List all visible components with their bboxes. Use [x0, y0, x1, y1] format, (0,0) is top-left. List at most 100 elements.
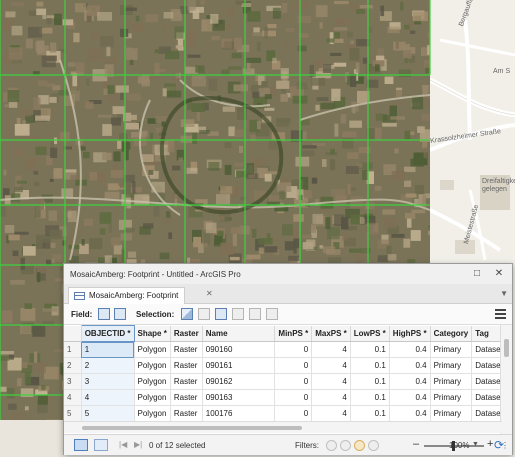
table-cell[interactable]: 2: [81, 357, 135, 374]
vertical-scrollbar[interactable]: [500, 325, 512, 435]
column-header[interactable]: Category: [430, 325, 473, 342]
table-cell[interactable]: Raster: [170, 405, 203, 422]
zoom-out-button[interactable]: –: [413, 438, 419, 450]
tab-footprint[interactable]: MosaicAmberg: Footprint: [68, 287, 186, 304]
table-cell[interactable]: 0.1: [350, 389, 390, 406]
show-all-records-icon[interactable]: [74, 439, 88, 451]
horizontal-scrollbar[interactable]: [64, 421, 502, 433]
table-cell[interactable]: 0: [274, 341, 313, 358]
table-cell[interactable]: 090161: [202, 357, 276, 374]
table-cell[interactable]: Polygon: [134, 389, 171, 406]
delete-selection-icon[interactable]: [249, 308, 261, 320]
column-header[interactable]: LowPS *: [350, 325, 390, 342]
table-cell[interactable]: Polygon: [134, 357, 171, 374]
clear-selection-icon[interactable]: [232, 308, 244, 320]
table-cell[interactable]: Primary: [430, 341, 473, 358]
column-header[interactable]: MinPS *: [274, 325, 313, 342]
table-cell[interactable]: Primary: [430, 389, 473, 406]
column-header[interactable]: Raster: [170, 325, 203, 342]
table-cell[interactable]: Primary: [430, 405, 473, 422]
horizontal-scroll-thumb[interactable]: [82, 426, 302, 430]
table-row[interactable]: 3 3 Polygon Raster 090162 0 4 0.1 0.4 Pr…: [64, 373, 512, 390]
table-row[interactable]: 1 1 Polygon Raster 090160 0 4 0.1 0.4 Pr…: [64, 341, 512, 358]
close-button[interactable]: ✕: [490, 267, 508, 281]
table-cell[interactable]: Raster: [170, 373, 203, 390]
previous-record-icon[interactable]: |◀: [119, 440, 127, 449]
filter-extent-icon[interactable]: [326, 440, 337, 451]
table-cell[interactable]: 0.1: [350, 357, 390, 374]
table-cell[interactable]: Raster: [170, 389, 203, 406]
table-cell[interactable]: 0.4: [389, 357, 431, 374]
table-cell[interactable]: 0.1: [350, 405, 390, 422]
table-cell[interactable]: 0: [274, 357, 313, 374]
filter-time-icon[interactable]: [354, 440, 365, 451]
filter-selection-icon[interactable]: [340, 440, 351, 451]
row-number[interactable]: 4: [64, 389, 82, 406]
table-row[interactable]: 2 2 Polygon Raster 090161 0 4 0.1 0.4 Pr…: [64, 357, 512, 374]
column-header[interactable]: OBJECTID *: [80, 325, 135, 342]
table-cell[interactable]: Polygon: [134, 373, 171, 390]
column-header[interactable]: Name: [202, 325, 276, 342]
table-cell[interactable]: 0: [274, 373, 313, 390]
table-cell[interactable]: 0.4: [389, 373, 431, 390]
column-header[interactable]: Shape *: [134, 325, 171, 342]
zoom-to-selection-icon[interactable]: [198, 308, 210, 320]
calculate-field-icon[interactable]: [114, 308, 126, 320]
table-cell[interactable]: Raster: [170, 341, 203, 358]
row-number[interactable]: 2: [64, 357, 82, 374]
table-cell[interactable]: 090162: [202, 373, 276, 390]
filter-range-icon[interactable]: [368, 440, 379, 451]
table-cell[interactable]: 4: [311, 341, 351, 358]
table-cell[interactable]: 0.4: [389, 389, 431, 406]
table-cell[interactable]: 100176: [202, 405, 276, 422]
table-cell[interactable]: 0.1: [350, 373, 390, 390]
table-cell[interactable]: 4: [311, 405, 351, 422]
zoom-level[interactable]: 100%: [449, 441, 469, 450]
table-cell[interactable]: Raster: [170, 357, 203, 374]
table-row[interactable]: 4 4 Polygon Raster 090163 0 4 0.1 0.4 Pr…: [64, 389, 512, 406]
maximize-button[interactable]: □: [468, 267, 486, 281]
table-cell[interactable]: 0: [274, 405, 313, 422]
table-cell[interactable]: 0.4: [389, 405, 431, 422]
refresh-icon[interactable]: ⟳: [494, 438, 504, 452]
table-cell[interactable]: 4: [311, 357, 351, 374]
table-cell[interactable]: 0.4: [389, 341, 431, 358]
table-cell[interactable]: Primary: [430, 357, 473, 374]
chevron-down-icon[interactable]: ▼: [472, 441, 479, 448]
chevron-down-icon[interactable]: ▼: [500, 289, 508, 298]
select-by-attributes-icon[interactable]: [181, 308, 193, 320]
column-header[interactable]: MaxPS *: [311, 325, 351, 342]
row-number[interactable]: 3: [64, 373, 82, 390]
row-number[interactable]: 1: [64, 341, 82, 358]
next-record-icon[interactable]: ▶|: [134, 440, 142, 449]
title-bar[interactable]: MosaicAmberg: Footprint - Untitled - Arc…: [64, 264, 512, 284]
table-cell[interactable]: Primary: [430, 373, 473, 390]
attribute-table-window[interactable]: MosaicAmberg: Footprint - Untitled - Arc…: [63, 263, 513, 455]
table-cell[interactable]: Polygon: [134, 405, 171, 422]
tab-close-icon[interactable]: ✕: [206, 289, 213, 298]
row-number[interactable]: 5: [64, 405, 82, 422]
menu-icon[interactable]: [495, 309, 506, 319]
table-cell[interactable]: 4: [311, 389, 351, 406]
status-bar: |◀ ▶| 0 of 12 selected Filters: – + 100%…: [64, 434, 512, 455]
attribute-grid[interactable]: OBJECTID * Shape * Raster Name MinPS * M…: [64, 325, 512, 435]
switch-selection-icon[interactable]: [215, 308, 227, 320]
copy-selection-icon[interactable]: [266, 308, 278, 320]
attribute-table: OBJECTID * Shape * Raster Name MinPS * M…: [64, 325, 512, 422]
table-cell[interactable]: 090163: [202, 389, 276, 406]
table-row[interactable]: 5 5 Polygon Raster 100176 0 4 0.1 0.4 Pr…: [64, 405, 512, 422]
table-cell[interactable]: 5: [81, 405, 135, 422]
show-selected-records-icon[interactable]: [94, 439, 108, 451]
column-header[interactable]: HighPS *: [389, 325, 431, 342]
table-cell[interactable]: 4: [311, 373, 351, 390]
vertical-scroll-thumb[interactable]: [504, 339, 509, 357]
table-cell[interactable]: 090160: [202, 341, 276, 358]
add-field-icon[interactable]: [98, 308, 110, 320]
table-cell[interactable]: 0: [274, 389, 313, 406]
table-cell[interactable]: Polygon: [134, 341, 171, 358]
table-cell[interactable]: 4: [81, 389, 135, 406]
table-cell[interactable]: 3: [81, 373, 135, 390]
table-cell[interactable]: 0.1: [350, 341, 390, 358]
table-cell[interactable]: 1: [81, 341, 135, 358]
zoom-in-button[interactable]: +: [487, 438, 493, 450]
